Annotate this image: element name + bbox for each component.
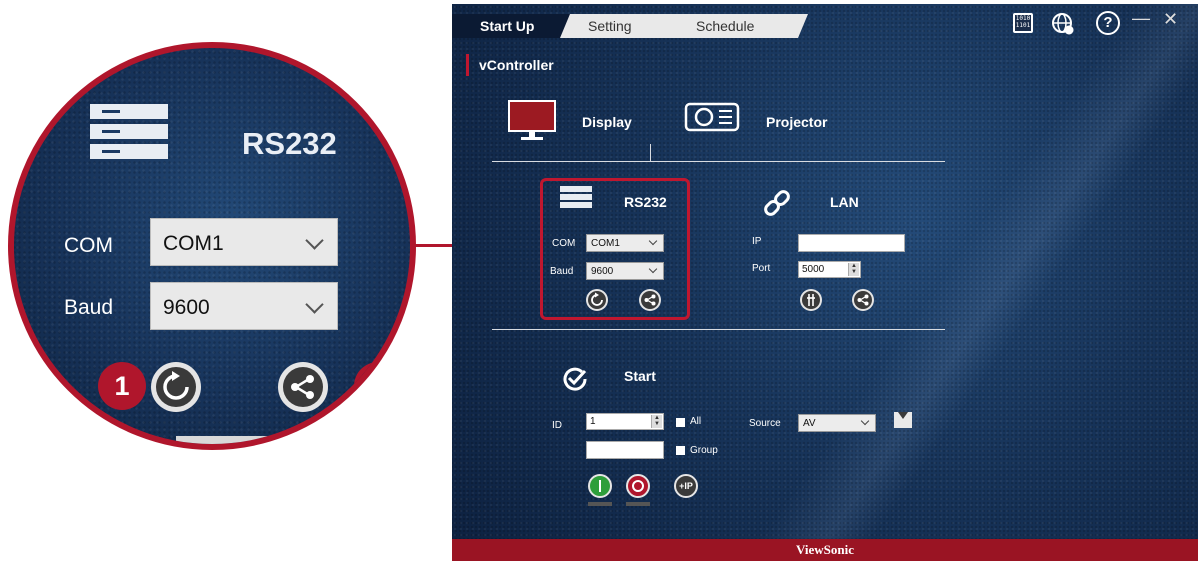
tab-schedule[interactable]: Schedule [668, 14, 808, 38]
callout-badge-1: 1 [98, 362, 146, 410]
chevron-down-icon [860, 416, 870, 426]
port-value: 5000 [802, 264, 825, 275]
power-on-button[interactable] [588, 474, 612, 498]
share-icon [854, 291, 872, 309]
divider [492, 161, 945, 162]
all-label: All [690, 416, 702, 427]
spinner-arrows-icon[interactable]: ▲ ▼ [848, 263, 859, 276]
chevron-down-icon [305, 231, 324, 250]
power-off-button[interactable] [626, 474, 650, 498]
zoom-baud-label: Baud [64, 296, 114, 319]
lan-share-button[interactable] [852, 289, 874, 311]
group-label: Group [690, 445, 718, 456]
tab-start-up[interactable]: Start Up [452, 14, 570, 38]
power-on-indicator [588, 502, 612, 506]
chevron-down-icon [648, 236, 658, 246]
device-display-label[interactable]: Display [582, 114, 632, 130]
start-title: Start [624, 368, 656, 384]
lan-connect-button[interactable] [800, 289, 822, 311]
rs232-refresh-button[interactable] [586, 289, 608, 311]
com-value: COM1 [591, 238, 620, 249]
zoom-com-value: COM1 [163, 232, 224, 255]
zoom-rs232-title: RS232 [242, 126, 337, 161]
refresh-icon [156, 367, 196, 407]
down-arrow-icon [898, 412, 908, 419]
rs232-share-button[interactable] [639, 289, 661, 311]
help-icon[interactable]: ? [1096, 11, 1120, 35]
all-checkbox[interactable] [676, 418, 685, 427]
power-on-icon [599, 480, 601, 492]
tab-setting[interactable]: Setting [560, 14, 680, 38]
display-icon[interactable] [508, 100, 556, 140]
tab-bar: Schedule Setting Start Up [452, 14, 812, 40]
check-circle-icon [562, 366, 588, 392]
spinner-arrows-icon[interactable]: ▲ ▼ [651, 415, 662, 428]
port-stepper[interactable]: 5000 ▲ ▼ [798, 261, 861, 278]
projector-icon[interactable] [684, 100, 740, 136]
window-controls: 1010 1101 ? — ✕ [998, 8, 1198, 42]
lan-title: LAN [830, 194, 859, 210]
server-icon [560, 186, 592, 208]
link-icon [760, 186, 794, 220]
group-input[interactable] [586, 441, 664, 459]
refresh-icon [588, 291, 606, 309]
footer-brand: ViewSonic [452, 539, 1198, 561]
source-value: AV [803, 418, 816, 429]
zoom-com-select[interactable]: COM1 [150, 218, 338, 266]
zoom-refresh-button[interactable] [151, 362, 201, 412]
zoom-com-label: COM [64, 234, 113, 257]
close-icon[interactable]: ✕ [1163, 9, 1178, 30]
plug-icon [802, 291, 820, 309]
chevron-down-icon [648, 264, 658, 274]
source-label: Source [749, 418, 781, 429]
source-apply-button[interactable] [894, 412, 912, 428]
power-off-icon [632, 480, 644, 492]
callout-badge-2: 2 [354, 362, 402, 410]
minimize-icon[interactable]: — [1132, 8, 1150, 29]
baud-label: Baud [550, 266, 574, 277]
zoom-baud-select[interactable]: 9600 [150, 282, 338, 330]
binary-icon[interactable]: 1010 1101 [1013, 13, 1033, 33]
chevron-down-icon [305, 295, 324, 314]
zoom-share-button[interactable] [278, 362, 328, 412]
group-checkbox[interactable] [676, 446, 685, 455]
server-icon [90, 104, 168, 164]
magnified-rs232-callout: RS232 COM COM1 Baud 9600 1 2 [8, 42, 416, 450]
rs232-title: RS232 [624, 194, 667, 210]
id-stepper[interactable]: 1 ▲ ▼ [586, 413, 664, 430]
baud-value: 9600 [591, 266, 614, 277]
share-icon [641, 291, 659, 309]
baud-select[interactable]: 9600 [586, 262, 664, 280]
com-label: COM [552, 238, 576, 249]
port-label: Port [752, 263, 771, 274]
zoom-baud-value: 9600 [163, 296, 210, 319]
divider [176, 436, 286, 444]
id-value: 1 [590, 416, 596, 427]
app-brand: vController [466, 54, 554, 76]
power-off-indicator [626, 502, 650, 506]
add-ip-button[interactable]: +IP [674, 474, 698, 498]
source-select[interactable]: AV [798, 414, 876, 432]
vcontroller-window: Schedule Setting Start Up 1010 1101 ? — ✕… [452, 4, 1198, 561]
globe-icon[interactable] [1050, 11, 1076, 42]
device-projector-label[interactable]: Projector [766, 114, 827, 130]
id-label: ID [552, 420, 562, 431]
divider [492, 329, 945, 330]
com-select[interactable]: COM1 [586, 234, 664, 252]
divider [650, 144, 651, 161]
ip-input[interactable] [798, 234, 905, 252]
ip-label: IP [752, 236, 762, 247]
share-icon [283, 367, 323, 407]
